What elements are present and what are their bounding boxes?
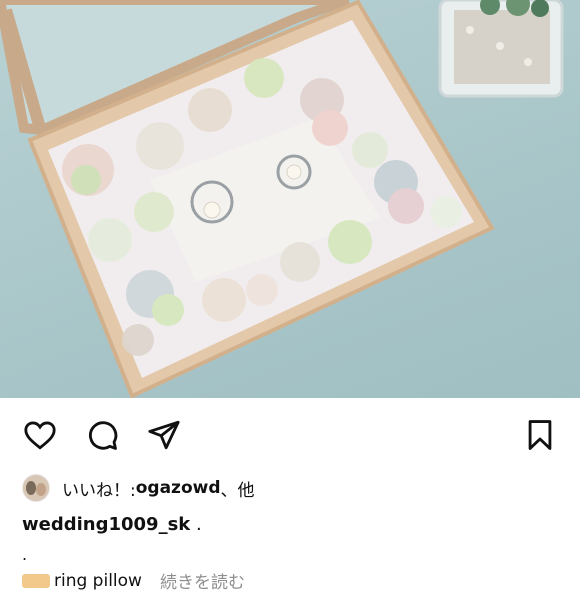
liker-username-link[interactable]: ogazowd	[136, 478, 221, 498]
paper-plane-icon	[148, 420, 180, 450]
like-button[interactable]	[22, 417, 58, 453]
comment-button[interactable]	[84, 417, 120, 453]
liker-avatar	[22, 474, 50, 502]
read-more-link[interactable]: 続きを読む	[160, 568, 245, 593]
bookmark-icon	[528, 420, 552, 450]
succulent-pot	[438, 0, 564, 98]
likes-prefix: いいね！:	[62, 480, 136, 501]
caption-line-3: ring pillow 続きを読む	[22, 568, 245, 593]
caption-text: .	[190, 514, 202, 535]
share-button[interactable]	[146, 417, 182, 453]
comment-bubble-icon	[88, 421, 118, 450]
ring-box-illustration	[0, 0, 564, 398]
likes-suffix: 、他	[220, 480, 255, 501]
heart-icon	[24, 421, 56, 450]
post-photo[interactable]	[0, 0, 580, 398]
save-button[interactable]	[522, 417, 558, 453]
likes-summary[interactable]: いいね！: ogazowd 、他	[22, 474, 255, 502]
hashtag-text: ring pillow	[54, 570, 142, 591]
ring-emoji-icon	[22, 573, 50, 588]
caption: wedding1009_sk .	[22, 514, 202, 535]
author-username-link[interactable]: wedding1009_sk	[22, 514, 190, 535]
caption-line-2: .	[22, 545, 28, 564]
